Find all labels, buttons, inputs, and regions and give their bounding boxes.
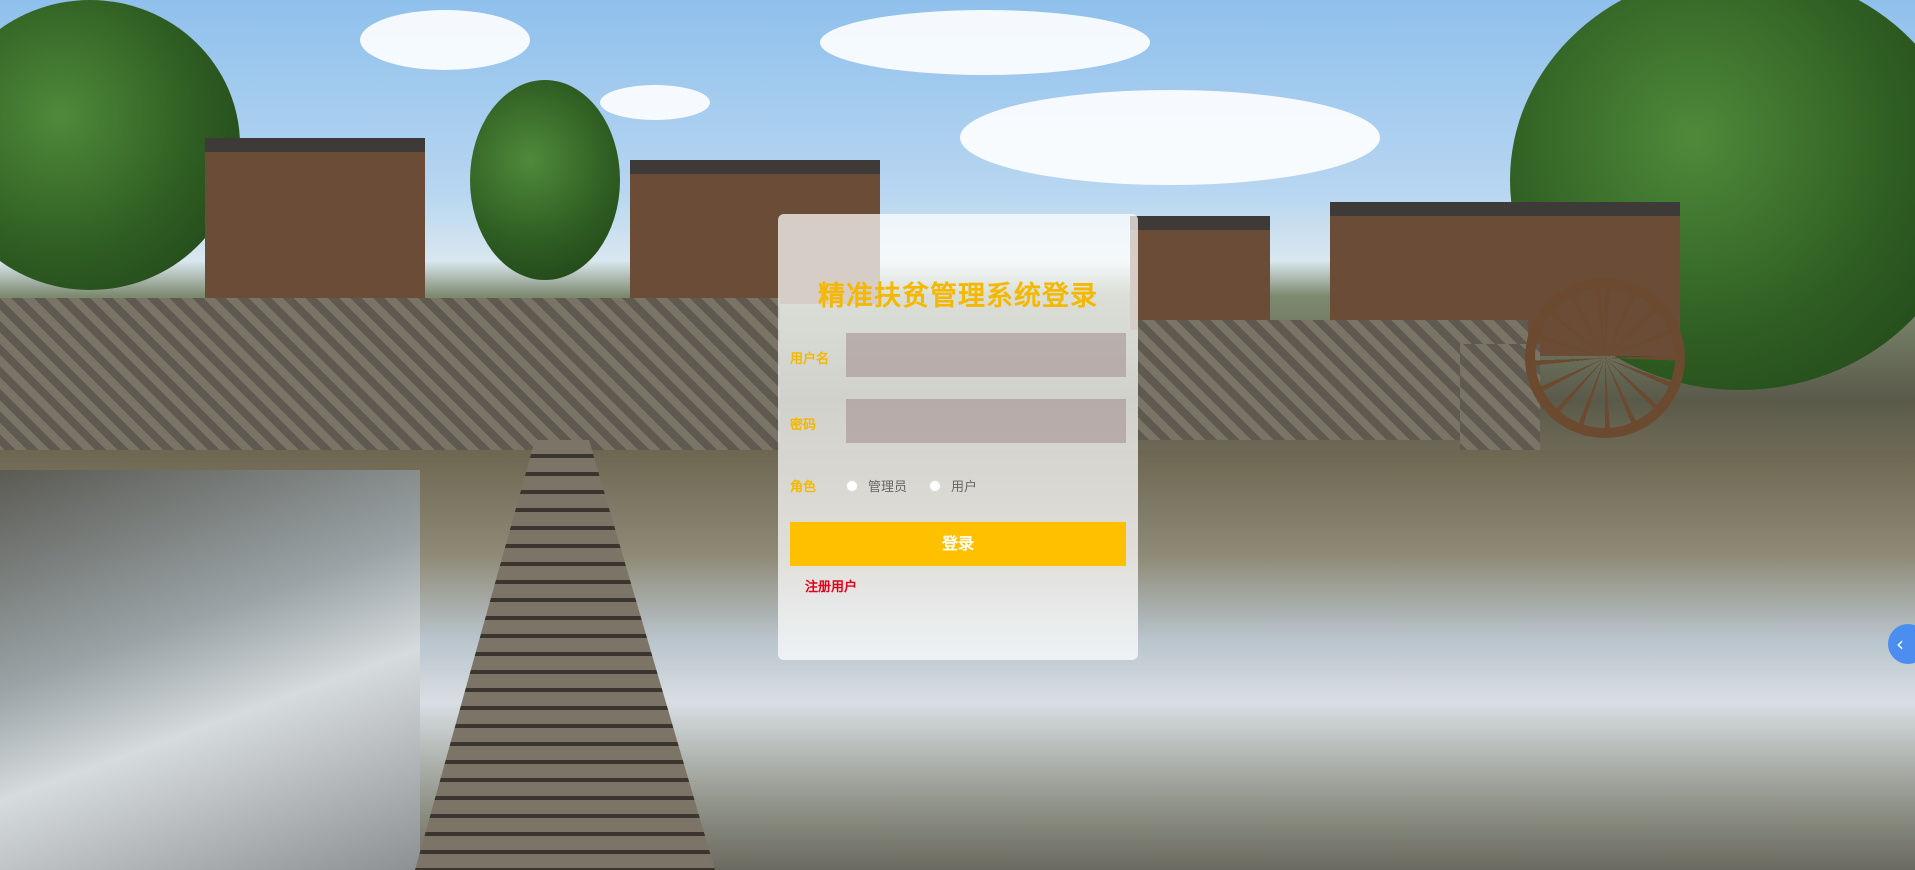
role-radio-user[interactable] (929, 479, 942, 492)
page-title: 精准扶贫管理系统登录 (818, 281, 1098, 312)
cloud (360, 10, 530, 70)
tree-left (0, 0, 240, 290)
role-radio-user-label: 用户 (951, 480, 978, 495)
password-label: 密码 (790, 418, 817, 433)
username-input[interactable] (846, 333, 1126, 377)
role-radio-admin-label: 管理员 (868, 480, 908, 495)
role-radio-group: 管理员 用户 (846, 476, 999, 495)
role-label: 角色 (790, 480, 817, 495)
chevron-left-icon: ‹ (1896, 632, 1904, 656)
cloud (960, 90, 1380, 185)
cloud (820, 10, 1150, 75)
house (205, 138, 425, 302)
water-wheel (1525, 278, 1685, 438)
tree-willow (470, 80, 620, 280)
stone-wall (0, 298, 780, 468)
login-panel: 精准扶贫管理系统登录 用户名 密码 角色 管理员 用户 登录 注册用户 (778, 214, 1138, 660)
login-button[interactable]: 登录 (790, 522, 1126, 566)
password-input[interactable] (846, 399, 1126, 443)
role-radio-admin[interactable] (846, 479, 858, 492)
register-link[interactable]: 注册用户 (805, 576, 857, 595)
house (1130, 216, 1270, 330)
weir (0, 470, 420, 870)
username-label: 用户名 (790, 352, 830, 367)
cloud (600, 85, 710, 120)
